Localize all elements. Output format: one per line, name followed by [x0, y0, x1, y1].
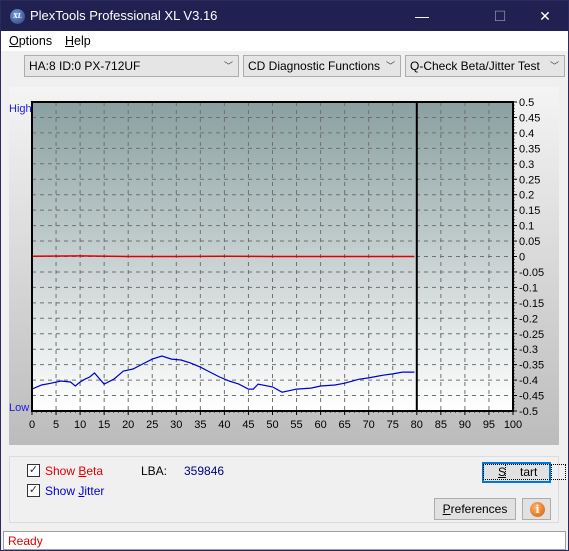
y-label-high: High [9, 103, 32, 115]
show-jitter-label[interactable]: Show Jitter [45, 484, 104, 498]
y-tick-label: -0.45 [519, 391, 544, 403]
y-tick-label: -0.2 [519, 313, 538, 325]
y-tick-label: -0.1 [519, 282, 538, 294]
label-text: tart [505, 464, 553, 480]
y-tick-label: 0.5 [519, 97, 534, 109]
x-tick-label: 45 [242, 419, 254, 431]
x-tick-label: 50 [266, 419, 278, 431]
main-window: XL PlexTools Professional XL V3.16 — ☐ ✕… [0, 0, 569, 551]
y-tick-label: 0.35 [519, 143, 540, 155]
x-tick-label: 5 [53, 419, 59, 431]
info-icon: i [530, 502, 545, 517]
x-tick-label: 15 [98, 419, 110, 431]
series-beta-line [31, 255, 415, 258]
show-jitter-checkbox[interactable]: ✓ [27, 484, 40, 497]
info-button[interactable]: i [522, 498, 551, 520]
y-tick-label: 0.15 [519, 205, 540, 217]
x-tick-label: 85 [435, 419, 447, 431]
x-tick-label: 30 [170, 419, 182, 431]
y-tick-label: 0.05 [519, 236, 540, 248]
y-tick-label: 0.3 [519, 159, 534, 171]
y-tick-label: -0.15 [519, 298, 544, 310]
x-axis: 0 5 10 15 20 25 30 35 40 45 50 55 60 65 70 75 80 85 90 95 10… [29, 411, 522, 431]
label-text: eta [86, 464, 104, 478]
y-tick-label: -0.3 [519, 344, 538, 356]
x-tick-label: 65 [339, 419, 351, 431]
label-text: itter [84, 484, 105, 498]
preferences-button[interactable]: Preferences [434, 498, 516, 520]
x-tick-label: 25 [146, 419, 158, 431]
label-text: references [450, 502, 508, 516]
y-tick-label: 0.45 [519, 112, 540, 124]
label-accel: S [498, 465, 507, 479]
y-tick-label: 0.25 [519, 174, 540, 186]
y-tick-label: 0.4 [519, 128, 534, 140]
x-tick-label: 20 [122, 419, 134, 431]
label-accel: P [442, 502, 451, 516]
x-tick-label: 100 [504, 419, 522, 431]
y-tick-label: -0.4 [519, 375, 538, 387]
y-axis: 0.5 0.45 0.4 0.35 0.3 0.25 0.2 0.15 0.1 0.05 0 -0.0… [513, 97, 544, 418]
start-label: Start [482, 464, 567, 480]
x-tick-label: 70 [363, 419, 375, 431]
x-tick-label: 55 [290, 419, 302, 431]
y-tick-label: 0.1 [519, 221, 534, 233]
x-tick-label: 60 [314, 419, 326, 431]
y-tick-label: -0.05 [519, 267, 544, 279]
y-tick-label: -0.35 [519, 360, 544, 372]
x-tick-label: 80 [411, 419, 423, 431]
status-bar: Ready [3, 531, 566, 550]
y-tick-label: 0.2 [519, 190, 534, 202]
y-label-low: Low [9, 402, 29, 414]
lba-value: 359846 [184, 464, 225, 478]
x-tick-label: 35 [194, 419, 206, 431]
status-text: Ready [8, 534, 43, 548]
x-tick-label: 10 [74, 419, 86, 431]
x-tick-label: 0 [29, 419, 35, 431]
x-tick-label: 90 [459, 419, 471, 431]
lba-label: LBA: [141, 464, 168, 478]
y-tick-label: 0 [519, 252, 525, 264]
x-tick-label: 75 [387, 419, 399, 431]
x-tick-label: 40 [218, 419, 230, 431]
show-beta-label[interactable]: Show Beta [45, 464, 103, 478]
show-beta-checkbox[interactable]: ✓ [27, 464, 40, 477]
beta-jitter-chart: 0.5 0.45 0.4 0.35 0.3 0.25 0.2 0.15 0.1 0.05 0 -0.0… [9, 97, 544, 431]
x-tick-label: 95 [483, 419, 495, 431]
start-button[interactable]: Start [482, 462, 567, 483]
label-text: Show [45, 484, 79, 498]
label-text: Show [45, 464, 79, 478]
y-tick-label: -0.5 [519, 406, 538, 418]
y-tick-label: -0.25 [519, 329, 544, 341]
